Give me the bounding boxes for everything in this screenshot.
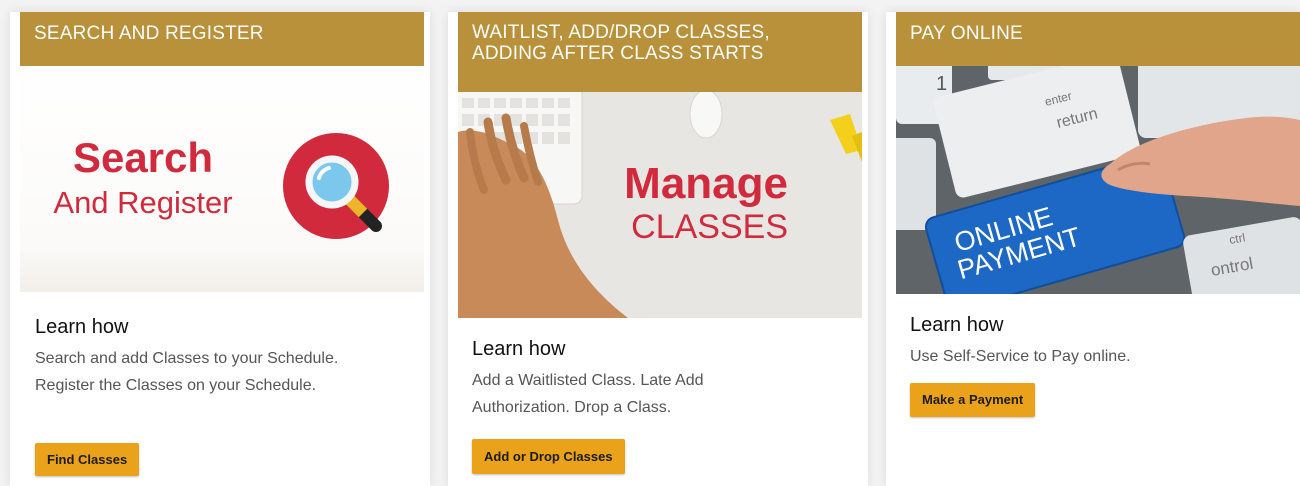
card-header: WAITLIST, ADD/DROP CLASSES, ADDING AFTER…	[458, 12, 862, 92]
card-header-title: SEARCH AND REGISTER	[34, 23, 264, 44]
learn-how-heading: Learn how	[910, 314, 1004, 336]
image-subtitle-register: And Register	[53, 185, 232, 220]
image-title-manage: Manage	[624, 159, 788, 208]
make-a-payment-button[interactable]: Make a Payment	[910, 383, 1036, 417]
card-manage-classes: WAITLIST, ADD/DROP CLASSES, ADDING AFTER…	[448, 12, 868, 486]
card-header-title-line1: WAITLIST, ADD/DROP CLASSES,	[472, 22, 770, 43]
search-register-image[interactable]: Search And Register	[20, 66, 424, 292]
image-subtitle-classes: CLASSES	[631, 208, 788, 246]
pay-online-image[interactable]: 1 enter return ONLINE PAYMENT ctrl ontro…	[896, 66, 1300, 294]
learn-how-heading: Learn how	[472, 338, 566, 360]
card-header-title-line2: ADDING AFTER CLASS STARTS	[472, 43, 764, 64]
learn-how-heading: Learn how	[35, 316, 129, 338]
magnifier-icon	[283, 133, 389, 239]
card-header-title: PAY ONLINE	[910, 23, 1023, 44]
search-register-graphic: Search And Register	[53, 133, 389, 239]
card-description-line: Register the Classes on your Schedule.	[35, 377, 317, 394]
card-body: Learn how Search and add Classes to your…	[10, 292, 430, 399]
mouse-icon	[689, 92, 723, 139]
card-pay-online: PAY ONLINE 1 enter return ONLINE PAYMENT…	[886, 12, 1300, 486]
card-search-register: SEARCH AND REGISTER Search And Register …	[10, 12, 430, 486]
manage-classes-image[interactable]: Manage CLASSES	[458, 92, 862, 318]
find-classes-button[interactable]: Find Classes	[35, 443, 140, 476]
card-body: Learn how Use Self-Service to Pay online…	[886, 294, 1300, 370]
image-title-search: Search	[73, 134, 213, 181]
card-description-line: Use Self-Service to Pay online.	[910, 348, 1131, 365]
card-header: SEARCH AND REGISTER	[20, 12, 424, 66]
add-or-drop-classes-button[interactable]: Add or Drop Classes	[472, 439, 625, 474]
key-ctrl-label: ctrl	[1228, 230, 1246, 247]
key-one-label: 1	[936, 73, 947, 95]
pay-online-graphic: 1 enter return ONLINE PAYMENT ctrl ontro…	[896, 66, 1300, 294]
manage-classes-graphic: Manage CLASSES	[458, 92, 862, 318]
card-body: Learn how Add a Waitlisted Class. Late A…	[448, 318, 868, 421]
card-description-line: Search and add Classes to your Schedule.	[35, 350, 339, 367]
card-header: PAY ONLINE	[896, 12, 1300, 66]
card-description-line: Add a Waitlisted Class. Late Add	[472, 372, 704, 389]
card-description-line: Authorization. Drop a Class.	[472, 399, 672, 416]
